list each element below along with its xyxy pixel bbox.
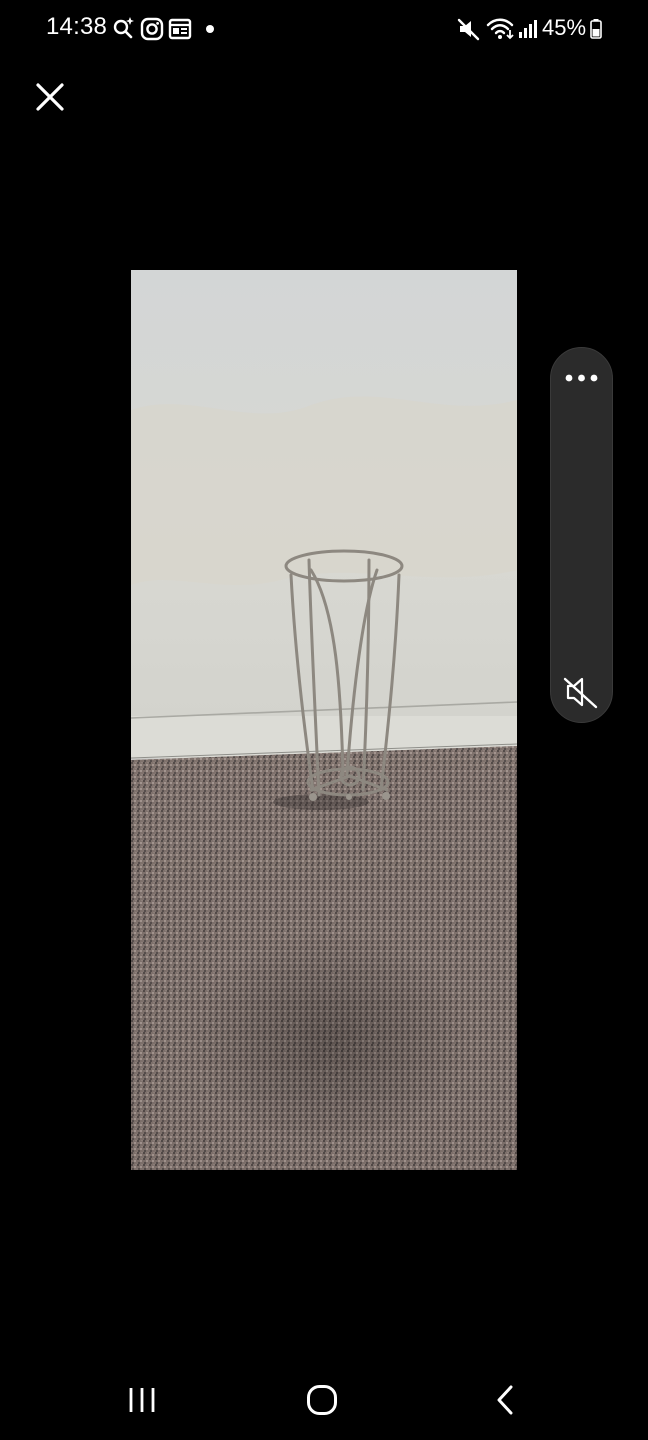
close-icon bbox=[36, 83, 64, 111]
status-bar: 14:38 45% bbox=[0, 0, 648, 58]
media-photo[interactable] bbox=[131, 270, 517, 1170]
battery-icon bbox=[590, 19, 602, 39]
recent-apps-icon bbox=[129, 1388, 155, 1412]
recent-apps-button[interactable] bbox=[112, 1378, 172, 1422]
back-button[interactable] bbox=[474, 1378, 534, 1422]
side-control-panel bbox=[550, 347, 613, 723]
home-button[interactable] bbox=[292, 1378, 352, 1422]
navigation-bar bbox=[0, 1360, 648, 1440]
battery-percent: 45% bbox=[542, 15, 587, 40]
signal-icon bbox=[519, 20, 537, 38]
mute-icon bbox=[457, 18, 480, 41]
more-horizontal-icon bbox=[565, 374, 598, 382]
status-time: 14:38 bbox=[46, 13, 108, 40]
close-button[interactable] bbox=[28, 76, 72, 120]
unmute-button[interactable] bbox=[551, 670, 612, 714]
dot-icon bbox=[206, 25, 214, 33]
more-options-button[interactable] bbox=[551, 356, 612, 400]
back-icon bbox=[497, 1385, 513, 1415]
news-icon bbox=[168, 18, 192, 40]
search-sparkle-icon bbox=[113, 17, 134, 39]
wifi-icon bbox=[486, 18, 514, 40]
instagram-icon bbox=[140, 17, 164, 41]
volume-off-icon bbox=[563, 677, 598, 709]
home-icon bbox=[307, 1385, 337, 1415]
